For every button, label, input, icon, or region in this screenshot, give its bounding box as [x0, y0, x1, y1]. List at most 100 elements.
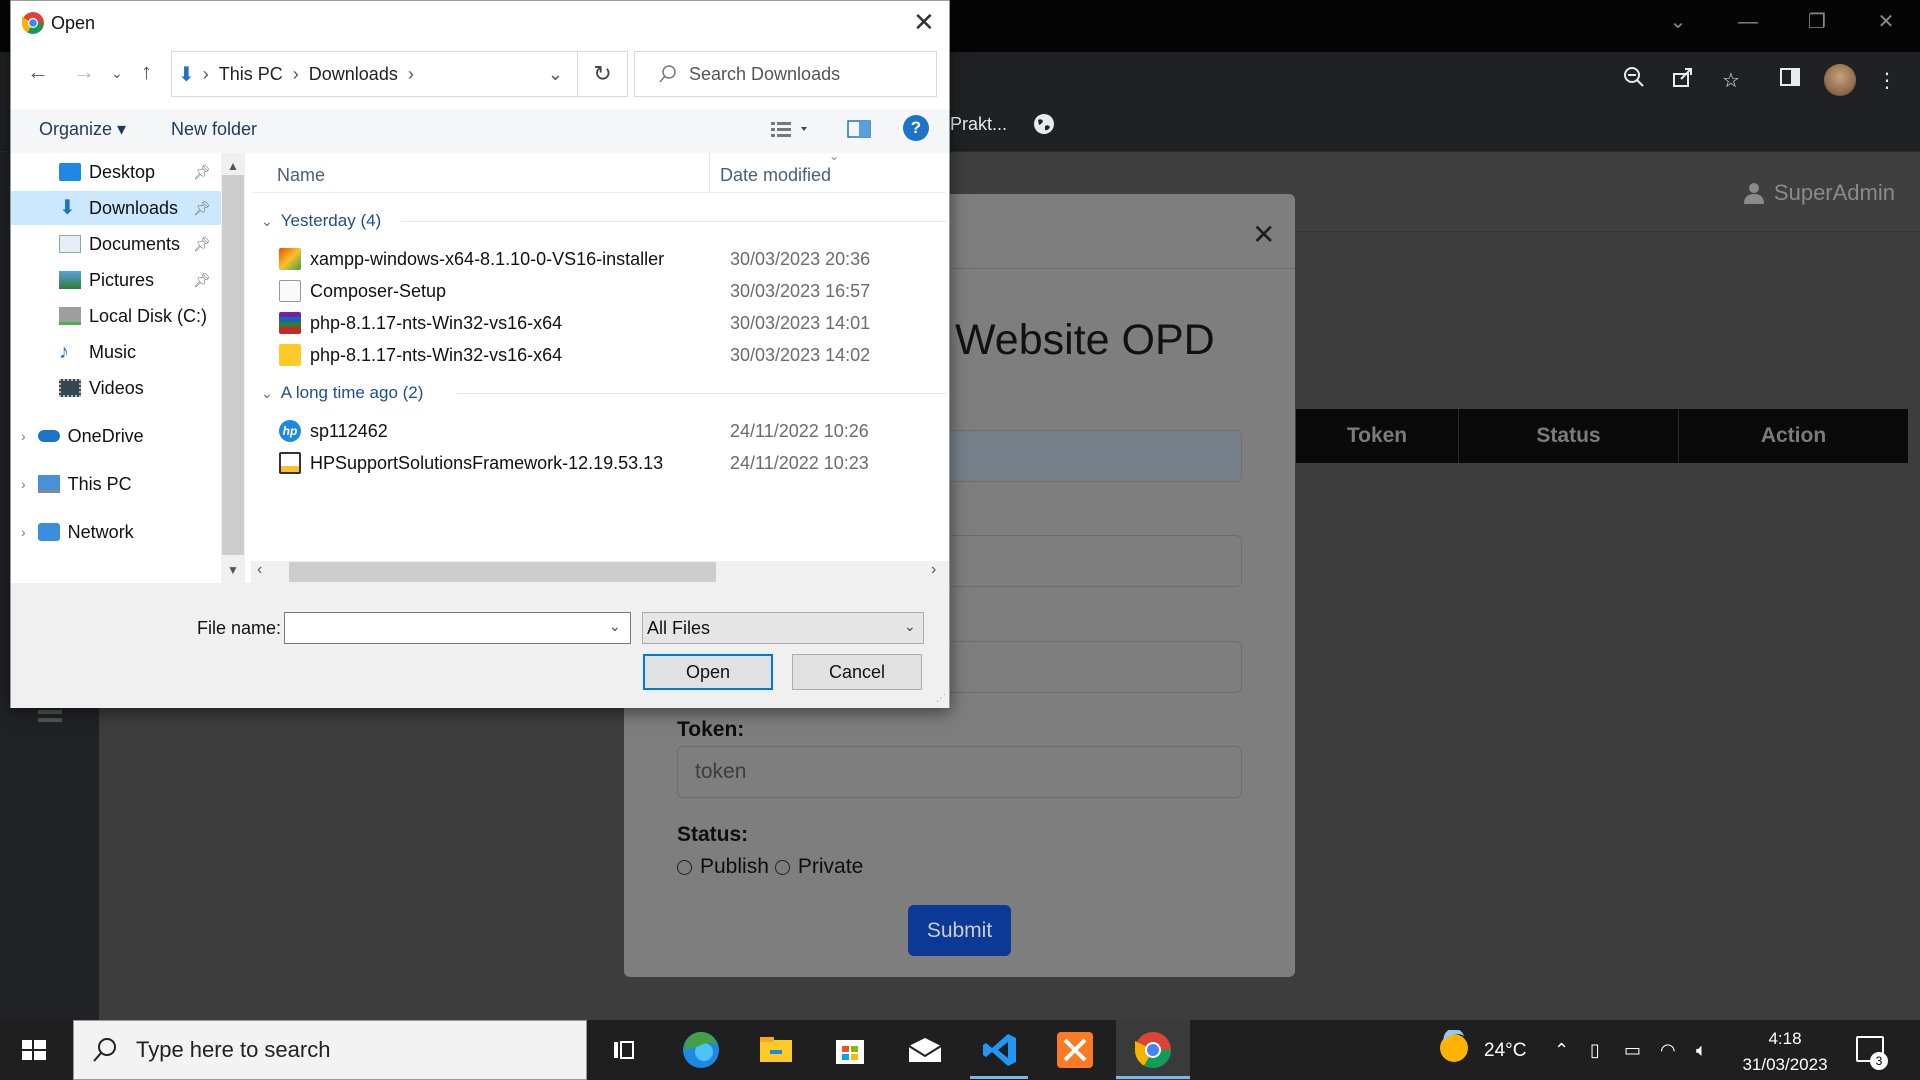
file-type-dropdown-icon[interactable]: ⌄ [904, 618, 916, 635]
nav-item-local-disk[interactable]: Local Disk (C:) [11, 299, 221, 333]
wifi-icon[interactable]: ◠ [1660, 1040, 1676, 1061]
up-arrow-icon[interactable]: ↑ [141, 59, 152, 85]
expand-chevron-icon[interactable]: › [21, 428, 26, 444]
address-dropdown-icon[interactable]: ⌄ [548, 64, 563, 85]
dialog-close-button[interactable]: ✕ [913, 7, 935, 38]
microsoft-store-icon[interactable] [828, 1028, 872, 1072]
task-view-icon[interactable] [602, 1028, 646, 1072]
file-row[interactable]: php-8.1.17-nts-Win32-vs16-x64 30/03/2023… [279, 307, 949, 339]
nav-scrollbar-thumb[interactable] [222, 175, 244, 555]
file-name: HPSupportSolutionsFramework-12.19.53.13 [310, 452, 664, 473]
nav-item-desktop[interactable]: Desktop 📌︎ [11, 155, 221, 189]
nav-item-downloads[interactable]: ⬇ Downloads 📌︎ [11, 191, 221, 225]
submit-button[interactable]: Submit [908, 905, 1011, 956]
file-row[interactable]: php-8.1.17-nts-Win32-vs16-x64 30/03/2023… [279, 339, 949, 371]
column-name[interactable]: Name [277, 165, 325, 186]
clock[interactable]: 4:18 31/03/2023 [1735, 1026, 1835, 1078]
zoom-icon[interactable] [1619, 66, 1649, 96]
expand-chevron-icon[interactable]: › [21, 476, 26, 492]
bookmark-prakt[interactable]: Prakt... [950, 114, 1007, 135]
device-icon[interactable]: ▯ [1590, 1040, 1600, 1061]
view-options-icon[interactable] [771, 119, 811, 139]
nav-label: Documents [89, 233, 181, 254]
resize-grip-icon[interactable]: ⋰ [936, 693, 946, 704]
file-explorer-icon[interactable] [754, 1028, 798, 1072]
address-bar[interactable]: ⬇ › This PC › Downloads › ⌄ [171, 51, 578, 97]
nav-item-music[interactable]: ♪ Music [11, 335, 221, 369]
volume-icon[interactable]: 🔈︎ [1696, 1040, 1707, 1061]
battery-icon[interactable]: ▭ [1624, 1040, 1641, 1061]
help-icon[interactable]: ? [903, 115, 929, 141]
file-row[interactable]: xampp-windows-x64-8.1.10-0-VS16-installe… [279, 243, 949, 275]
file-type-select[interactable]: All Files [642, 612, 924, 644]
user-menu[interactable]: SuperAdmin [1743, 180, 1895, 206]
chrome-taskbar-icon[interactable] [1131, 1028, 1175, 1072]
new-folder-button[interactable]: New folder [171, 119, 257, 140]
file-row[interactable]: HPSupportSolutionsFramework-12.19.53.13 … [279, 447, 949, 479]
recent-locations-icon[interactable]: ⌄ [111, 65, 123, 82]
scroll-up-icon[interactable]: ▲ [227, 159, 239, 173]
edge-browser-icon[interactable] [679, 1028, 723, 1072]
nav-item-pictures[interactable]: Pictures 📌︎ [11, 263, 221, 297]
refresh-button[interactable]: ↻ [578, 51, 628, 97]
close-window-button[interactable]: ✕ [1866, 8, 1906, 36]
expand-chevron-icon[interactable]: › [21, 524, 26, 540]
status-label: Status: [677, 823, 749, 846]
hp-icon: hp [279, 420, 301, 442]
scroll-down-icon[interactable]: ▼ [227, 563, 239, 577]
nav-item-videos[interactable]: Videos [11, 371, 221, 405]
start-button[interactable] [14, 1032, 54, 1073]
horizontal-scrollbar-thumb[interactable] [289, 562, 716, 582]
bookmark-star-icon[interactable]: ☆ [1716, 66, 1746, 96]
path-separator-icon: › [292, 63, 299, 84]
menu-kebab-icon[interactable]: ⋮ [1872, 66, 1902, 96]
radio-private[interactable] [774, 859, 790, 875]
profile-avatar[interactable] [1824, 64, 1856, 96]
vscode-icon[interactable] [978, 1028, 1022, 1072]
radio-publish[interactable] [677, 859, 692, 875]
column-date-modified[interactable]: Date modified [720, 165, 831, 186]
file-row[interactable]: Composer-Setup 30/03/2023 16:57 [279, 275, 949, 307]
mail-icon[interactable] [903, 1028, 947, 1072]
nav-item-this-pc[interactable]: › This PC [11, 467, 221, 501]
modal-close-button[interactable]: ✕ [1252, 218, 1275, 251]
forward-arrow-icon[interactable]: → [73, 59, 95, 85]
back-arrow-icon[interactable]: ← [27, 59, 49, 85]
status-radio-group: Publish Private [677, 855, 863, 879]
breadcrumb-downloads[interactable]: Downloads [309, 64, 398, 85]
share-icon[interactable] [1668, 66, 1698, 96]
token-input[interactable]: token [677, 746, 1242, 798]
globe-icon[interactable] [1032, 112, 1056, 136]
nav-item-documents[interactable]: Documents 📌︎ [11, 227, 221, 261]
file-row[interactable]: hp sp112462 24/11/2022 10:26 [279, 415, 949, 447]
sidebar-item-icon[interactable] [38, 708, 62, 726]
nav-item-onedrive[interactable]: › OneDrive [11, 419, 221, 453]
organize-menu[interactable]: Organize ▾ [39, 119, 126, 140]
group-header-long-time-ago[interactable]: ⌄ A long time ago (2) [261, 383, 423, 403]
restore-button[interactable]: ❐ [1797, 8, 1837, 36]
weather-icon[interactable] [1436, 1028, 1472, 1066]
file-date: 24/11/2022 10:23 [730, 452, 869, 473]
cancel-button[interactable]: Cancel [792, 654, 922, 690]
show-hidden-icons-chevron[interactable]: ⌃ [1554, 1040, 1569, 1061]
file-name-input[interactable] [284, 612, 631, 644]
preview-pane-icon[interactable] [847, 119, 871, 139]
side-panel-icon[interactable] [1775, 66, 1805, 96]
tab-list-icon[interactable]: ⌄ [1658, 8, 1698, 36]
open-button[interactable]: Open [643, 654, 773, 690]
scroll-left-icon[interactable]: ‹ [257, 561, 262, 579]
taskbar-search-box[interactable]: Type here to search [73, 1020, 587, 1080]
nav-item-network[interactable]: › Network [11, 515, 221, 549]
scroll-right-icon[interactable]: › [931, 561, 936, 579]
group-header-yesterday[interactable]: ⌄ Yesterday (4) [261, 211, 381, 231]
search-input[interactable]: Search Downloads [634, 51, 937, 97]
group-divider [401, 221, 946, 222]
search-icon [93, 1038, 116, 1062]
minimize-button[interactable]: — [1728, 8, 1768, 36]
search-placeholder: Search Downloads [689, 63, 841, 84]
xampp-icon[interactable] [1053, 1028, 1097, 1072]
notification-badge: 3 [1870, 1052, 1888, 1070]
file-name-dropdown-icon[interactable]: ⌄ [609, 618, 621, 635]
weather-temperature[interactable]: 24°C [1484, 1040, 1526, 1062]
breadcrumb-this-pc[interactable]: This PC [219, 64, 283, 85]
